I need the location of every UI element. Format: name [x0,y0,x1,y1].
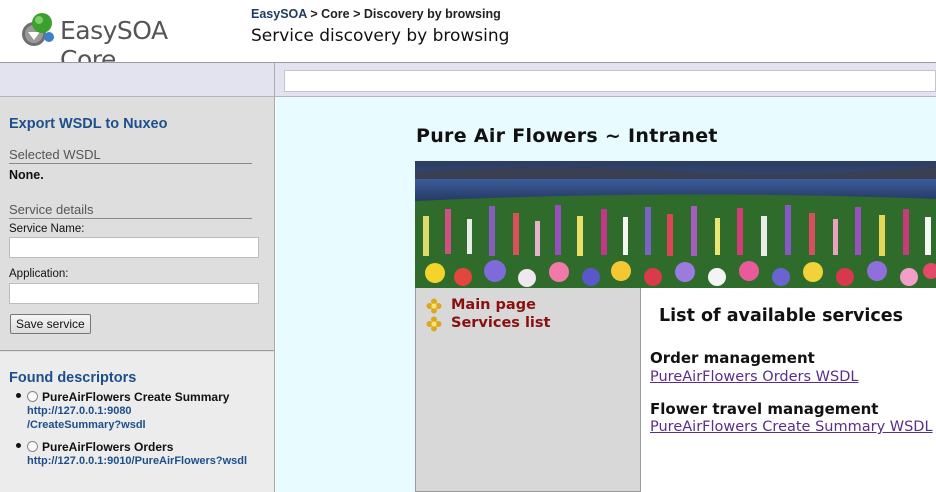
service-wsdl-link[interactable]: PureAirFlowers Create Summary WSDL [650,419,933,435]
breadcrumb-separator: > [310,7,318,21]
breadcrumb-separator: > [353,7,361,21]
descriptor-url-continued[interactable]: /CreateSummary?wsdl [27,418,271,432]
easysoa-logo-icon [22,13,54,46]
easysoa-logo[interactable]: EasySOA Core [18,10,218,74]
service-details-label: Service details [9,202,252,219]
service-wsdl-link[interactable]: PureAirFlowers Orders WSDL [650,369,858,385]
service-name-field[interactable] [9,237,259,258]
descriptor-url[interactable]: http://127.0.0.1:9080 [27,404,271,418]
services-heading: List of available services [659,306,904,326]
breadcrumb-easysoa[interactable]: EasySOA [251,7,307,21]
nav-label: Services list [451,315,551,331]
bullet-icon [16,443,21,448]
breadcrumb-current: Discovery by browsing [363,7,501,21]
url-input[interactable] [284,70,936,92]
services-panel: List of available services Order managem… [641,288,936,492]
service-name-label: Service Name: [9,223,85,235]
toolbar-divider [274,63,275,97]
site-title: Pure Air Flowers ~ Intranet [416,125,718,147]
descriptor-radio[interactable] [27,441,38,452]
selected-wsdl-label: Selected WSDL [9,147,252,164]
sidebar: Export WSDL to Nuxeo Selected WSDL None.… [0,97,275,492]
export-heading: Export WSDL to Nuxeo [9,116,168,132]
descriptor-name: PureAirFlowers Orders [42,440,174,454]
application-label: Application: [9,268,69,280]
site-navigation: Main page Services list [415,288,641,492]
flower-field-banner [415,161,936,288]
descriptor-radio[interactable] [27,391,38,402]
descriptors-heading: Found descriptors [9,370,137,386]
service-name: Order management [650,349,815,367]
app-header: EasySOA Core EasySOA > Core > Discovery … [0,0,936,74]
descriptor-item: PureAirFlowers Create Summary http://127… [16,390,271,432]
flower-icon [426,298,442,314]
browser-frame: Pure Air Flowers ~ Intranet Main page Se… [276,97,936,492]
save-service-button[interactable]: Save service [10,314,91,334]
export-wsdl-section: Export WSDL to Nuxeo Selected WSDL None.… [0,97,274,351]
page-title: Service discovery by browsing [251,26,510,46]
service-name: Flower travel management [650,400,879,418]
descriptor-url[interactable]: http://127.0.0.1:9010/PureAirFlowers?wsd… [27,454,271,468]
descriptor-name: PureAirFlowers Create Summary [42,390,230,404]
nav-main-page[interactable]: Main page [426,297,536,314]
address-toolbar [0,62,936,97]
breadcrumb-core[interactable]: Core [321,7,349,21]
selected-wsdl-value: None. [9,168,44,182]
breadcrumb: EasySOA > Core > Discovery by browsing [251,7,501,21]
descriptor-item: PureAirFlowers Orders http://127.0.0.1:9… [16,440,271,468]
nav-label: Main page [451,297,536,313]
bullet-icon [16,393,21,398]
nav-services-list[interactable]: Services list [426,315,551,332]
descriptor-list: PureAirFlowers Create Summary http://127… [16,390,271,476]
found-descriptors-section: Found descriptors PureAirFlowers Create … [0,352,274,492]
application-field[interactable] [9,283,259,304]
flower-icon [426,316,442,332]
